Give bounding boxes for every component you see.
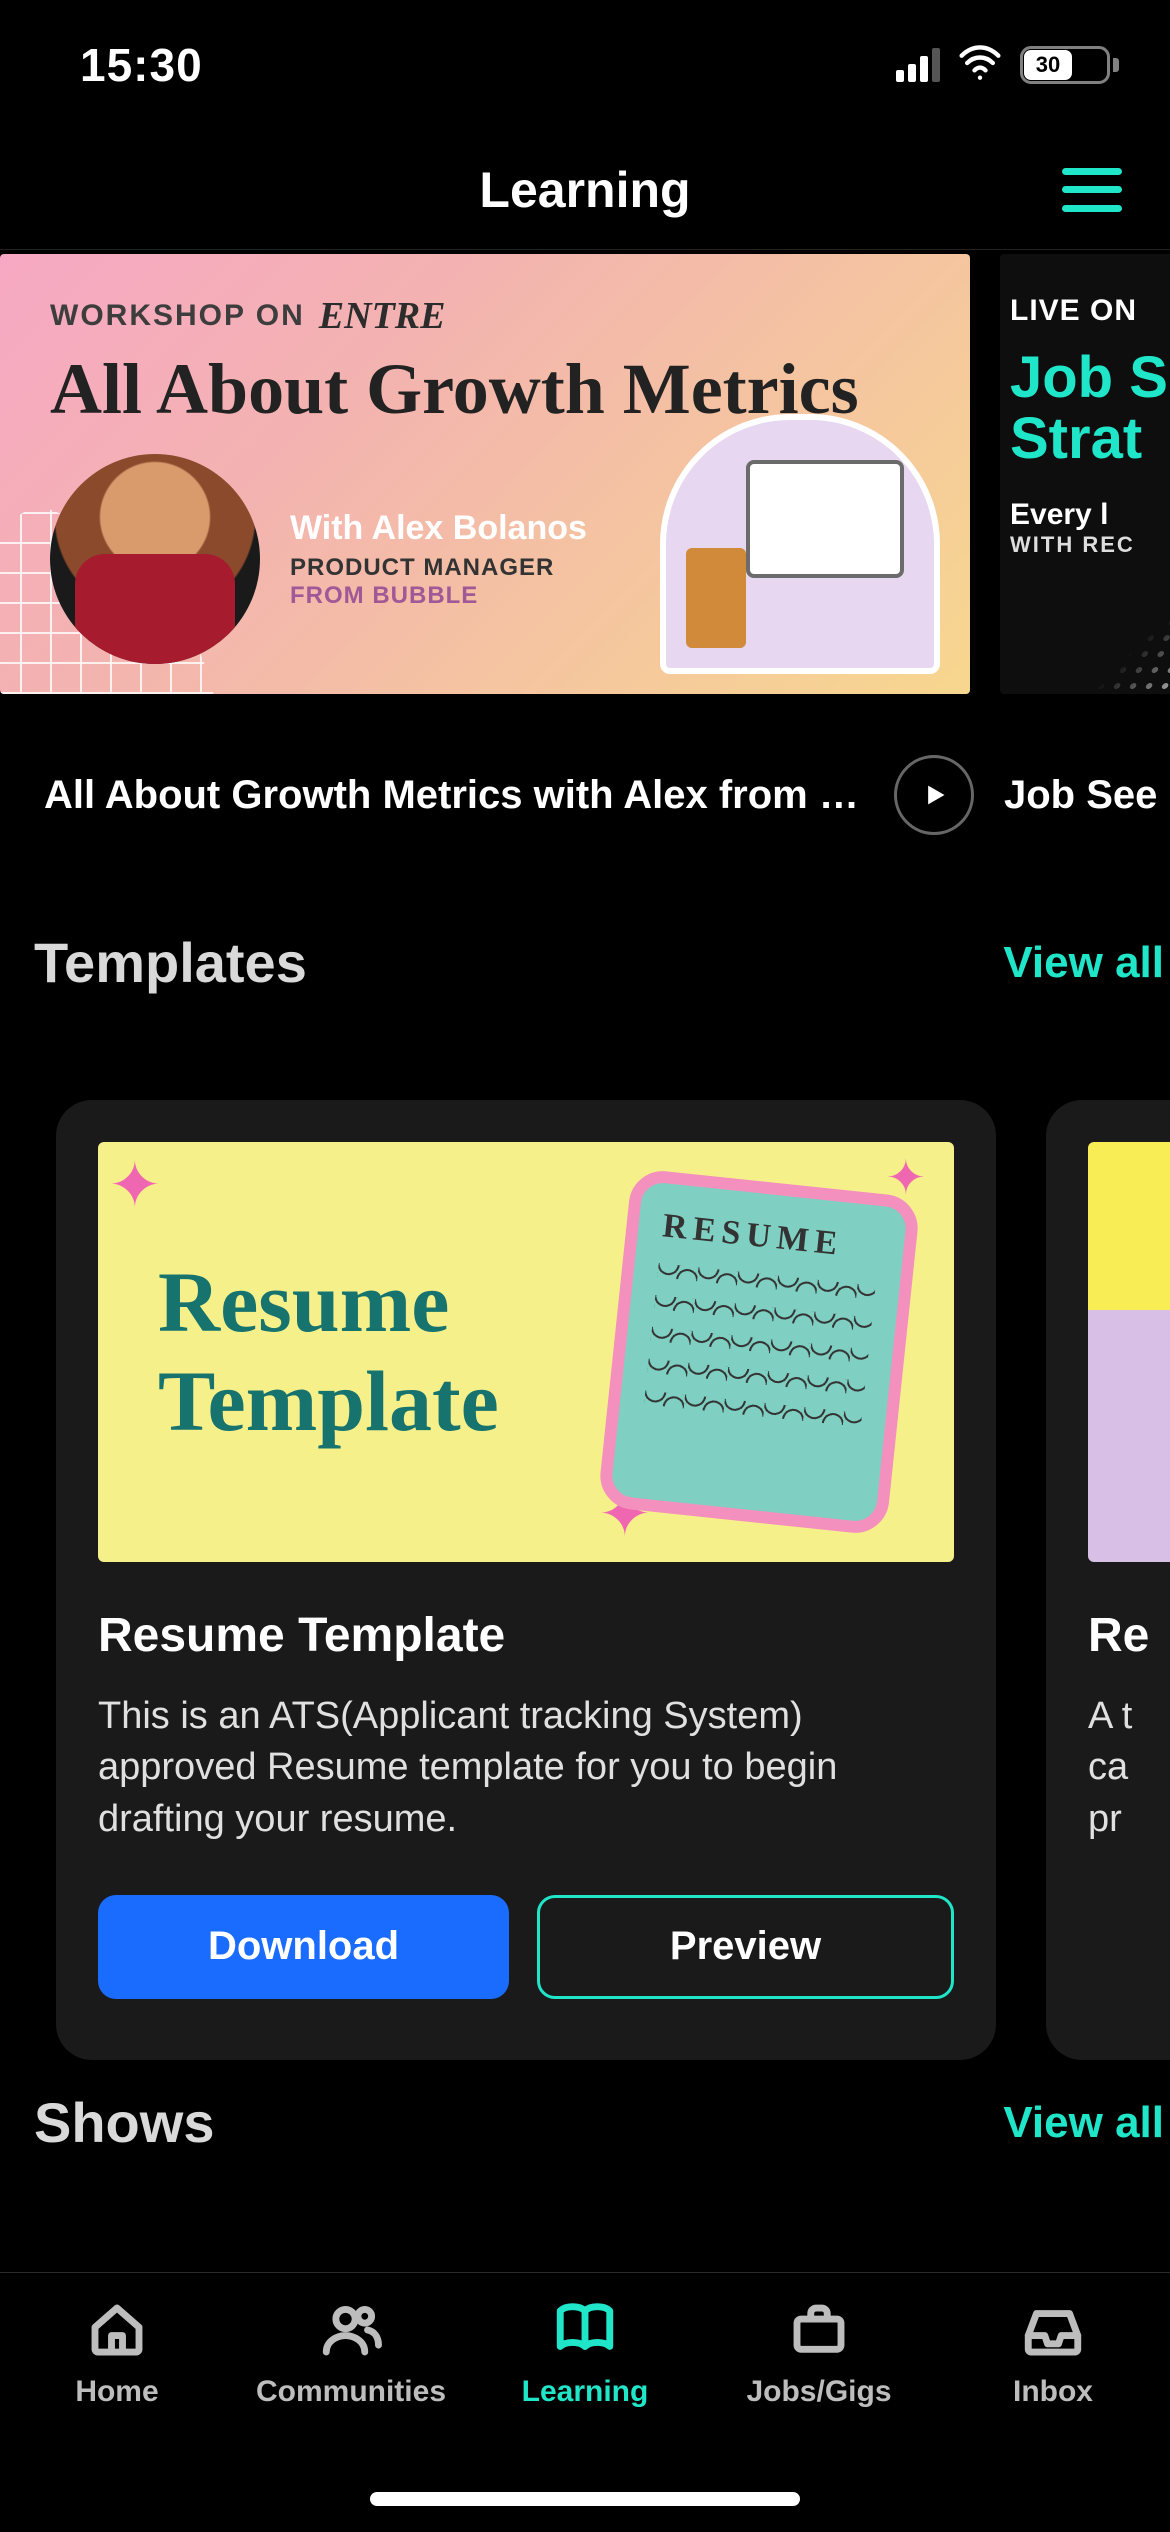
- workshop-title-item[interactable]: All About Growth Metrics with Alex from …: [44, 740, 974, 850]
- tab-label: Learning: [522, 2375, 649, 2409]
- workshop-presenter: With Alex Bolanos PRODUCT MANAGER FROM B…: [50, 454, 587, 664]
- workshop-eyebrow: WORKSHOP ON ENTRE: [50, 294, 920, 338]
- presenter-avatar: [50, 454, 260, 664]
- tab-label: Home: [75, 2375, 158, 2409]
- tab-inbox[interactable]: Inbox: [936, 2297, 1170, 2532]
- tab-label: Communities: [256, 2375, 446, 2409]
- status-right: 30: [896, 41, 1110, 90]
- wifi-icon: [958, 41, 1002, 90]
- template-card[interactable]: ✦ ✦ ✦ Resume Template RESUME Resume Temp…: [56, 1100, 996, 2060]
- tab-label: Jobs/Gigs: [746, 2375, 891, 2409]
- page-title: Learning: [479, 161, 690, 219]
- section-title: Templates: [34, 930, 307, 995]
- hamburger-icon: [1062, 168, 1122, 175]
- menu-button[interactable]: [1062, 168, 1122, 212]
- communities-icon: [318, 2297, 384, 2363]
- thumbnail-illustration: [660, 414, 940, 674]
- thumbnail-decoration: [1044, 534, 1170, 694]
- template-title: Resume Template: [98, 1608, 954, 1663]
- sparkle-icon: ✦: [108, 1148, 162, 1223]
- workshop-title-text: All About Growth Metrics with Alex from …: [44, 773, 864, 818]
- tab-label: Inbox: [1013, 2375, 1093, 2409]
- view-all-link[interactable]: View all: [1003, 938, 1170, 988]
- home-icon: [84, 2297, 150, 2363]
- presenter-company: FROM BUBBLE: [290, 582, 587, 610]
- home-indicator[interactable]: [370, 2492, 800, 2506]
- preview-button[interactable]: Preview: [537, 1895, 954, 1999]
- play-button[interactable]: [894, 755, 974, 835]
- templates-carousel[interactable]: ✦ ✦ ✦ Resume Template RESUME Resume Temp…: [0, 1100, 1170, 2060]
- thumbnail-text: Resume Template: [158, 1253, 499, 1451]
- template-actions: Download Preview: [98, 1895, 954, 1999]
- templates-section-header: Templates View all: [34, 930, 1170, 995]
- brand-logo: ENTRE: [319, 294, 446, 338]
- battery-percentage: 30: [1036, 52, 1060, 78]
- template-title: Re: [1088, 1608, 1170, 1663]
- briefcase-icon: [786, 2297, 852, 2363]
- workshop-schedule: Every l: [1010, 498, 1170, 532]
- download-button[interactable]: Download: [98, 1895, 509, 1999]
- section-title: Shows: [34, 2090, 214, 2155]
- cellular-signal-icon: [896, 48, 940, 82]
- book-icon: [552, 2297, 618, 2363]
- status-bar: 15:30 30: [0, 0, 1170, 130]
- workshop-headline: Job S Strat: [1010, 348, 1170, 470]
- workshops-titles-row: All About Growth Metrics with Alex from …: [0, 740, 1170, 850]
- presenter-name: With Alex Bolanos: [290, 509, 587, 548]
- template-thumbnail: [1088, 1142, 1170, 1562]
- template-card[interactable]: Re A t ca pr: [1046, 1100, 1170, 2060]
- live-label: LIVE ON: [1010, 294, 1170, 328]
- template-thumbnail: ✦ ✦ ✦ Resume Template RESUME: [98, 1142, 954, 1562]
- workshop-card[interactable]: WORKSHOP ON ENTRE All About Growth Metri…: [0, 254, 970, 724]
- battery-indicator: 30: [1020, 46, 1110, 84]
- workshop-thumbnail: LIVE ON Job S Strat Every l WITH REC: [1000, 254, 1170, 694]
- thumbnail-illustration: RESUME: [597, 1168, 921, 1536]
- workshops-carousel[interactable]: WORKSHOP ON ENTRE All About Growth Metri…: [0, 254, 1170, 724]
- workshop-thumbnail: WORKSHOP ON ENTRE All About Growth Metri…: [0, 254, 970, 694]
- view-all-link[interactable]: View all: [1003, 2098, 1170, 2148]
- screen-header: Learning: [0, 130, 1170, 250]
- presenter-role: PRODUCT MANAGER: [290, 554, 587, 582]
- workshop-title-item[interactable]: Job See: [1004, 740, 1164, 850]
- workshop-title-text: Job See: [1004, 773, 1164, 818]
- tab-home[interactable]: Home: [0, 2297, 234, 2532]
- template-description: A t ca pr: [1088, 1691, 1170, 1845]
- shows-section-header: Shows View all: [34, 2090, 1170, 2155]
- template-description: This is an ATS(Applicant tracking System…: [98, 1691, 954, 1845]
- workshop-card[interactable]: LIVE ON Job S Strat Every l WITH REC: [1000, 254, 1170, 724]
- play-icon: [920, 781, 948, 809]
- inbox-icon: [1020, 2297, 1086, 2363]
- status-clock: 15:30: [80, 38, 203, 92]
